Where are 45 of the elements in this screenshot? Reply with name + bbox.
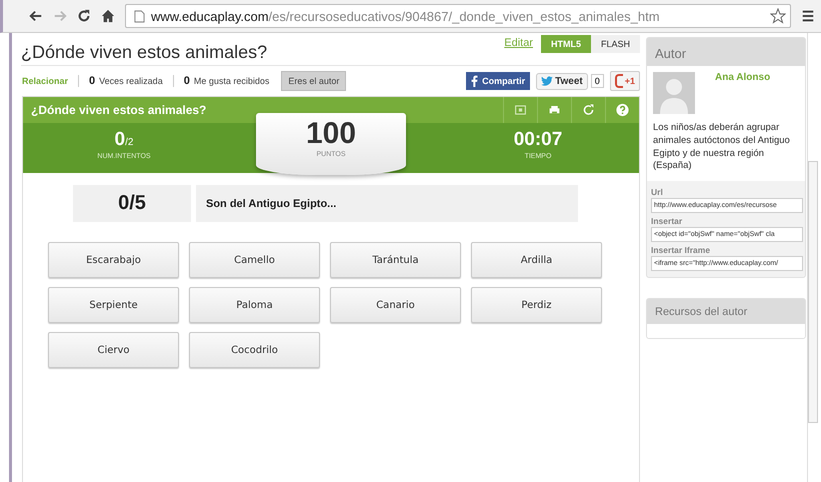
field-label: Url xyxy=(651,187,664,198)
avatar-icon xyxy=(653,72,695,114)
scrollbar[interactable] xyxy=(807,33,818,482)
menu-icon[interactable] xyxy=(801,9,815,23)
back-icon[interactable] xyxy=(29,9,43,23)
forward-icon[interactable] xyxy=(53,9,67,23)
category-prompt: Son del Antiguo Egipto... xyxy=(196,185,578,222)
answer-option[interactable]: Perdiz xyxy=(471,287,602,323)
address-bar[interactable]: www.educaplay.com/es/recursoseducativos/904867/_donde_viven_estos_animales_htm xyxy=(125,4,791,28)
facebook-share-button[interactable]: Compartir xyxy=(466,72,530,90)
answer-option[interactable]: Ciervo xyxy=(48,332,179,368)
field-label: Insertar xyxy=(651,216,684,226)
tweet-button[interactable]: Tweet xyxy=(536,72,588,90)
facebook-icon xyxy=(471,75,478,87)
star-icon[interactable] xyxy=(770,8,786,24)
author-button[interactable]: Eres el autor xyxy=(281,71,346,91)
answer-option[interactable]: Tarántula xyxy=(330,242,461,278)
count-label: Me gusta recibidos xyxy=(194,76,270,86)
count-label: Veces realizada xyxy=(99,76,163,86)
answer-option[interactable]: Serpiente xyxy=(48,287,179,323)
tweet-count: 0 xyxy=(590,74,604,88)
game-title: ¿Dónde viven estos animales? xyxy=(31,103,208,117)
attempts-value: 0/2 xyxy=(114,129,134,151)
author-heading: Autor xyxy=(647,38,805,66)
count-value: 0 xyxy=(89,75,96,87)
answer-option[interactable]: Escarabajo xyxy=(48,242,179,278)
count-value: 0 xyxy=(184,75,190,87)
format-tab[interactable]: FLASH xyxy=(590,35,640,53)
reload-icon[interactable] xyxy=(77,9,91,23)
score-counter: 0/5 xyxy=(73,185,191,222)
google-plus-button[interactable]: +1 xyxy=(610,71,640,91)
points-value: 100 xyxy=(306,117,356,151)
home-icon[interactable] xyxy=(101,9,115,23)
description: Los niños/as deberán agrupar animales autóctonos del Antiguo Egipto y de nuestra región (España) xyxy=(653,122,791,174)
answer-option[interactable]: Camello xyxy=(189,242,320,278)
time-value: 00:07 xyxy=(514,129,562,151)
answer-option[interactable]: Paloma xyxy=(189,287,320,323)
answer-option[interactable]: Canario xyxy=(330,287,461,323)
answer-option[interactable]: Ardilla xyxy=(471,242,602,278)
page-title: ¿Dónde viven estos animales? xyxy=(21,42,268,62)
field-label: Insertar Iframe xyxy=(651,245,712,256)
answer-option[interactable]: Cocodrilo xyxy=(189,332,320,368)
bird-icon xyxy=(541,76,554,86)
resources-heading: Recursos del autor xyxy=(647,299,805,324)
page-icon xyxy=(134,10,145,22)
